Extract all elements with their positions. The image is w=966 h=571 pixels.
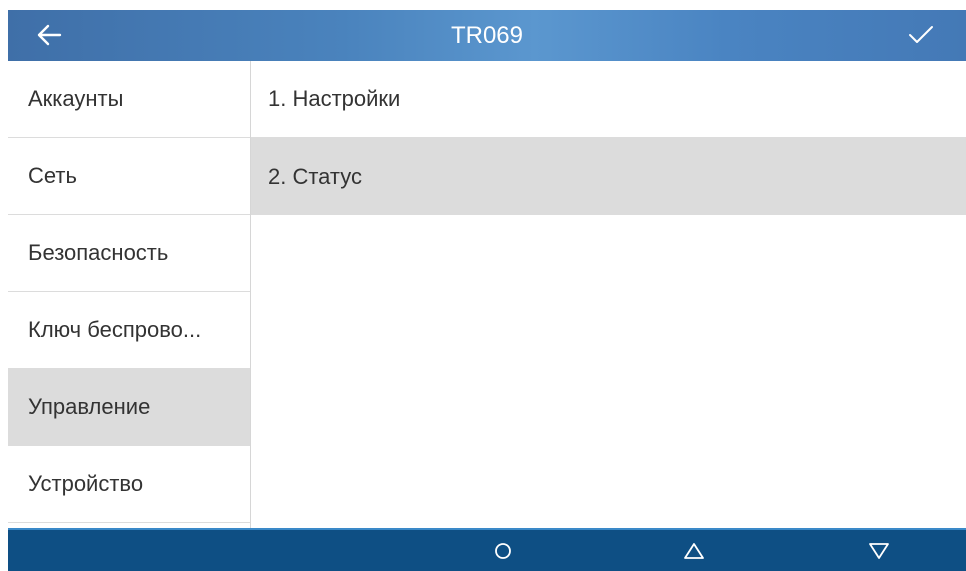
circle-icon: [495, 543, 511, 559]
list-item-label: 2. Статус: [268, 163, 363, 189]
sidebar-item-label: Аккаунты: [28, 86, 124, 111]
sidebar-item-security[interactable]: Безопасность: [8, 215, 250, 292]
sidebar-item-accounts[interactable]: Аккаунты: [8, 61, 250, 138]
down-softkey[interactable]: [859, 534, 899, 568]
arrow-left-icon: [37, 24, 62, 46]
settings-list: 1. Настройки 2. Статус: [251, 61, 966, 528]
sidebar-item-label: Ключ беспрово...: [28, 317, 202, 342]
sidebar-item-label: Устройство: [28, 471, 144, 496]
confirm-button[interactable]: [906, 20, 936, 50]
softkey-bar: [8, 528, 966, 571]
sidebar-item-wireless-key[interactable]: Ключ беспрово...: [8, 292, 250, 369]
screen: TR069 Аккаунты Сеть Безопасность Ключ бе…: [0, 0, 966, 571]
list-item-status[interactable]: 2. Статус: [251, 138, 966, 215]
sidebar-item-label: Сеть: [28, 163, 77, 188]
sidebar: Аккаунты Сеть Безопасность Ключ беспрово…: [8, 61, 251, 528]
triangle-up-icon: [684, 543, 704, 559]
triangle-down-icon: [869, 543, 889, 559]
checkmark-icon: [909, 26, 933, 43]
sidebar-item-label: Управление: [28, 394, 151, 419]
sidebar-item-label: Безопасность: [28, 240, 169, 265]
sidebar-item-management[interactable]: Управление: [8, 369, 250, 446]
back-button[interactable]: [34, 20, 64, 50]
ok-softkey[interactable]: [483, 534, 523, 568]
page-title: TR069: [450, 22, 524, 49]
title-bar: TR069: [8, 10, 966, 61]
sidebar-item-device[interactable]: Устройство: [8, 446, 250, 523]
up-softkey[interactable]: [674, 534, 714, 568]
list-item-label: 1. Настройки: [268, 86, 401, 111]
sidebar-item-network[interactable]: Сеть: [8, 138, 250, 215]
list-item-settings[interactable]: 1. Настройки: [251, 61, 966, 138]
